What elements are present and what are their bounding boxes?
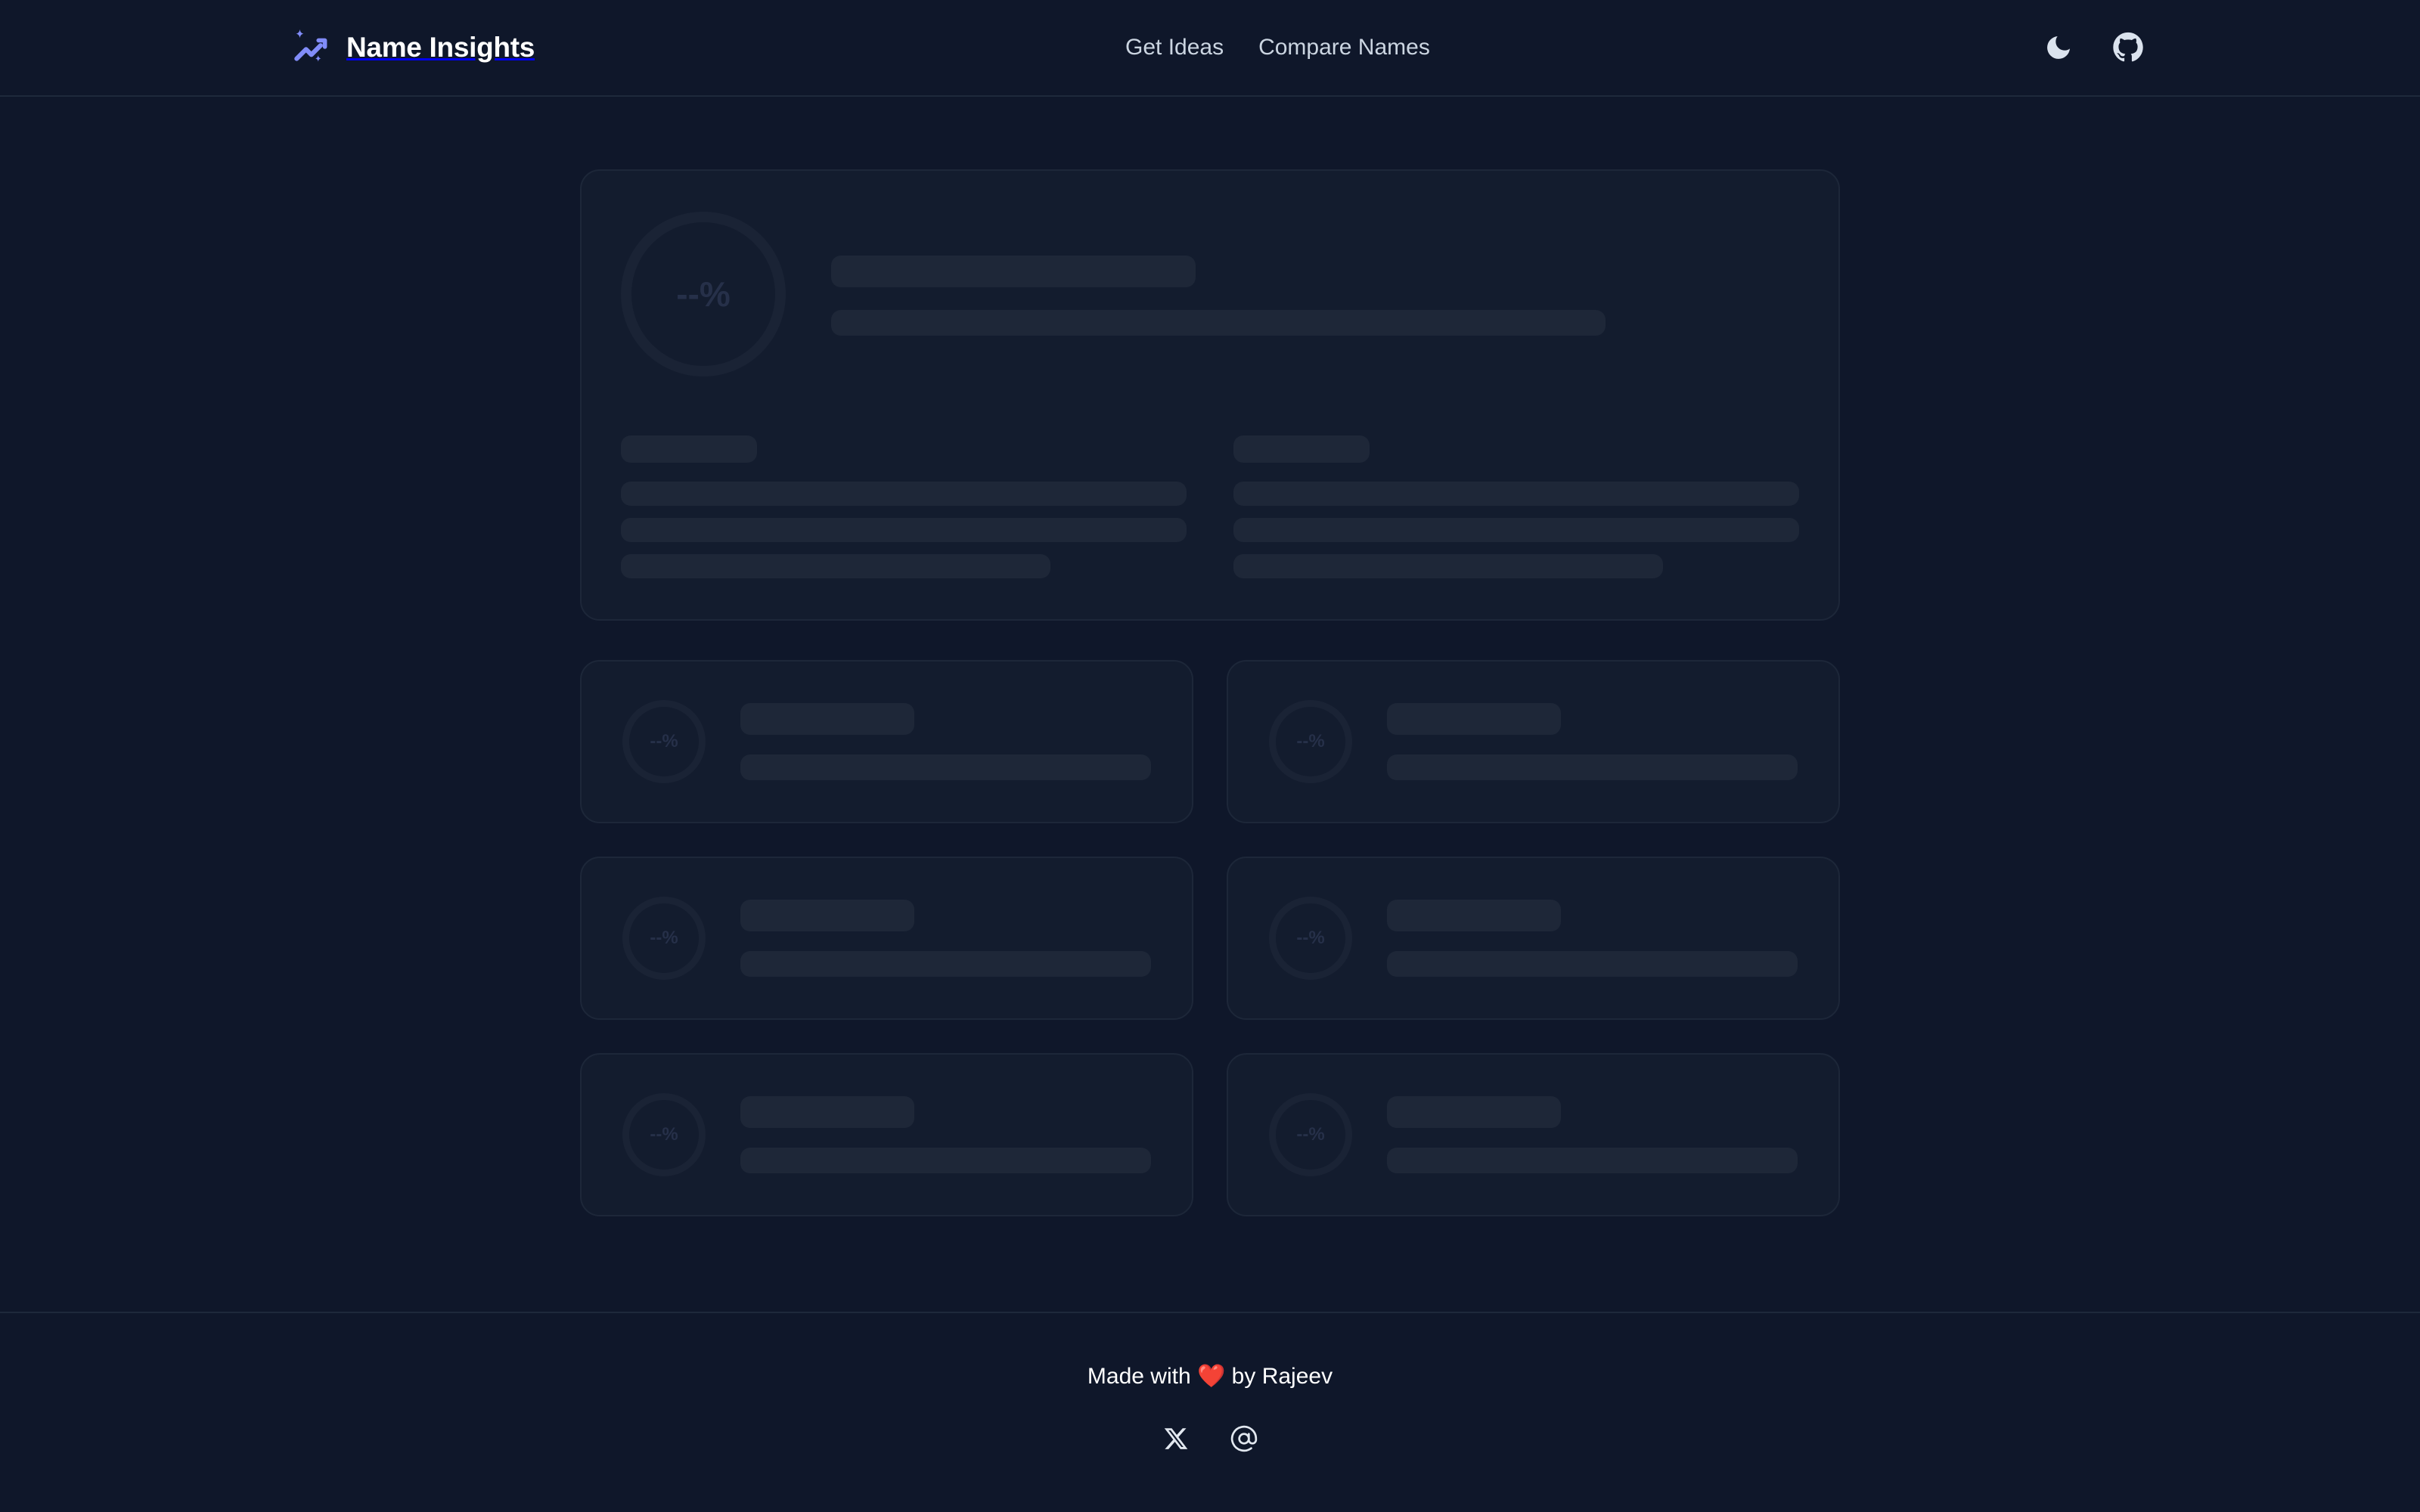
score-ring-placeholder: --%: [621, 212, 786, 376]
at-icon: [1230, 1424, 1258, 1455]
github-link-button[interactable]: [2110, 29, 2146, 66]
hero-result-card-skeleton: --%: [580, 169, 1840, 621]
email-link-button[interactable]: [1227, 1423, 1261, 1456]
hero-card-header: --%: [621, 212, 1799, 376]
theme-toggle-button[interactable]: [2040, 29, 2077, 66]
main-content: --% --% --% --% --% --% --%: [0, 97, 2420, 1312]
trending-up-sparkle-icon: [289, 26, 331, 69]
skeleton-bar: [740, 900, 914, 931]
hero-detail-column: [621, 435, 1187, 578]
score-ring-placeholder: --%: [622, 1093, 706, 1176]
header-actions: [2040, 29, 2146, 66]
skeleton-bar: [1387, 900, 1561, 931]
content-container: --% --% --% --% --% --% --%: [580, 169, 1840, 1216]
results-grid-skeleton: --% --% --% --% --% --%: [580, 660, 1840, 1216]
result-card-skeleton: --%: [1227, 857, 1840, 1020]
primary-nav: Get Ideas Compare Names: [1125, 35, 1430, 60]
skeleton-bar: [740, 754, 1151, 780]
moon-icon: [2043, 33, 2074, 63]
skeleton-bar: [831, 310, 1606, 336]
skeleton-bar: [1387, 754, 1798, 780]
github-icon: [2112, 32, 2144, 64]
result-card-skeleton: --%: [580, 857, 1193, 1020]
card-text-placeholders: [1387, 900, 1798, 977]
skeleton-bar: [1233, 482, 1799, 506]
nav-item-compare-names[interactable]: Compare Names: [1258, 35, 1430, 60]
skeleton-bar: [621, 482, 1187, 506]
site-header: Name Insights Get Ideas Compare Names: [0, 0, 2420, 97]
brand-home-link[interactable]: Name Insights: [289, 26, 535, 69]
skeleton-bar: [621, 518, 1187, 542]
card-text-placeholders: [740, 900, 1151, 977]
result-card-skeleton: --%: [1227, 1053, 1840, 1216]
footer-credit: Made with ❤️ by Rajeev: [1087, 1364, 1333, 1389]
skeleton-bar: [1387, 703, 1561, 735]
skeleton-bar: [1387, 951, 1798, 977]
score-ring-placeholder: --%: [622, 700, 706, 783]
score-ring-placeholder: --%: [622, 897, 706, 980]
x-twitter-link-button[interactable]: [1159, 1423, 1193, 1456]
x-icon: [1163, 1426, 1189, 1454]
hero-detail-columns: [621, 435, 1799, 578]
nav-item-get-ideas[interactable]: Get Ideas: [1125, 35, 1224, 60]
card-text-placeholders: [1387, 1096, 1798, 1173]
skeleton-bar: [1387, 1148, 1798, 1173]
skeleton-bar: [740, 1148, 1151, 1173]
skeleton-bar: [621, 435, 757, 463]
brand-title: Name Insights: [346, 32, 535, 63]
skeleton-bar: [831, 256, 1196, 287]
hero-text-placeholders: [831, 253, 1799, 336]
card-text-placeholders: [740, 703, 1151, 780]
result-card-skeleton: --%: [1227, 660, 1840, 823]
card-text-placeholders: [740, 1096, 1151, 1173]
skeleton-bar: [1233, 518, 1799, 542]
app-root: Name Insights Get Ideas Compare Names --…: [0, 0, 2420, 1512]
footer-social-links: [1159, 1423, 1261, 1456]
score-ring-placeholder: --%: [1269, 1093, 1352, 1176]
skeleton-bar: [740, 703, 914, 735]
score-ring-placeholder: --%: [1269, 700, 1352, 783]
result-card-skeleton: --%: [580, 1053, 1193, 1216]
card-text-placeholders: [1387, 703, 1798, 780]
site-footer: Made with ❤️ by Rajeev: [0, 1312, 2420, 1512]
skeleton-bar: [740, 1096, 914, 1128]
skeleton-bar: [1387, 1096, 1561, 1128]
skeleton-bar: [1233, 435, 1370, 463]
hero-detail-column: [1233, 435, 1799, 578]
result-card-skeleton: --%: [580, 660, 1193, 823]
skeleton-bar: [1233, 554, 1664, 578]
skeleton-bar: [621, 554, 1051, 578]
skeleton-bar: [740, 951, 1151, 977]
score-ring-placeholder: --%: [1269, 897, 1352, 980]
